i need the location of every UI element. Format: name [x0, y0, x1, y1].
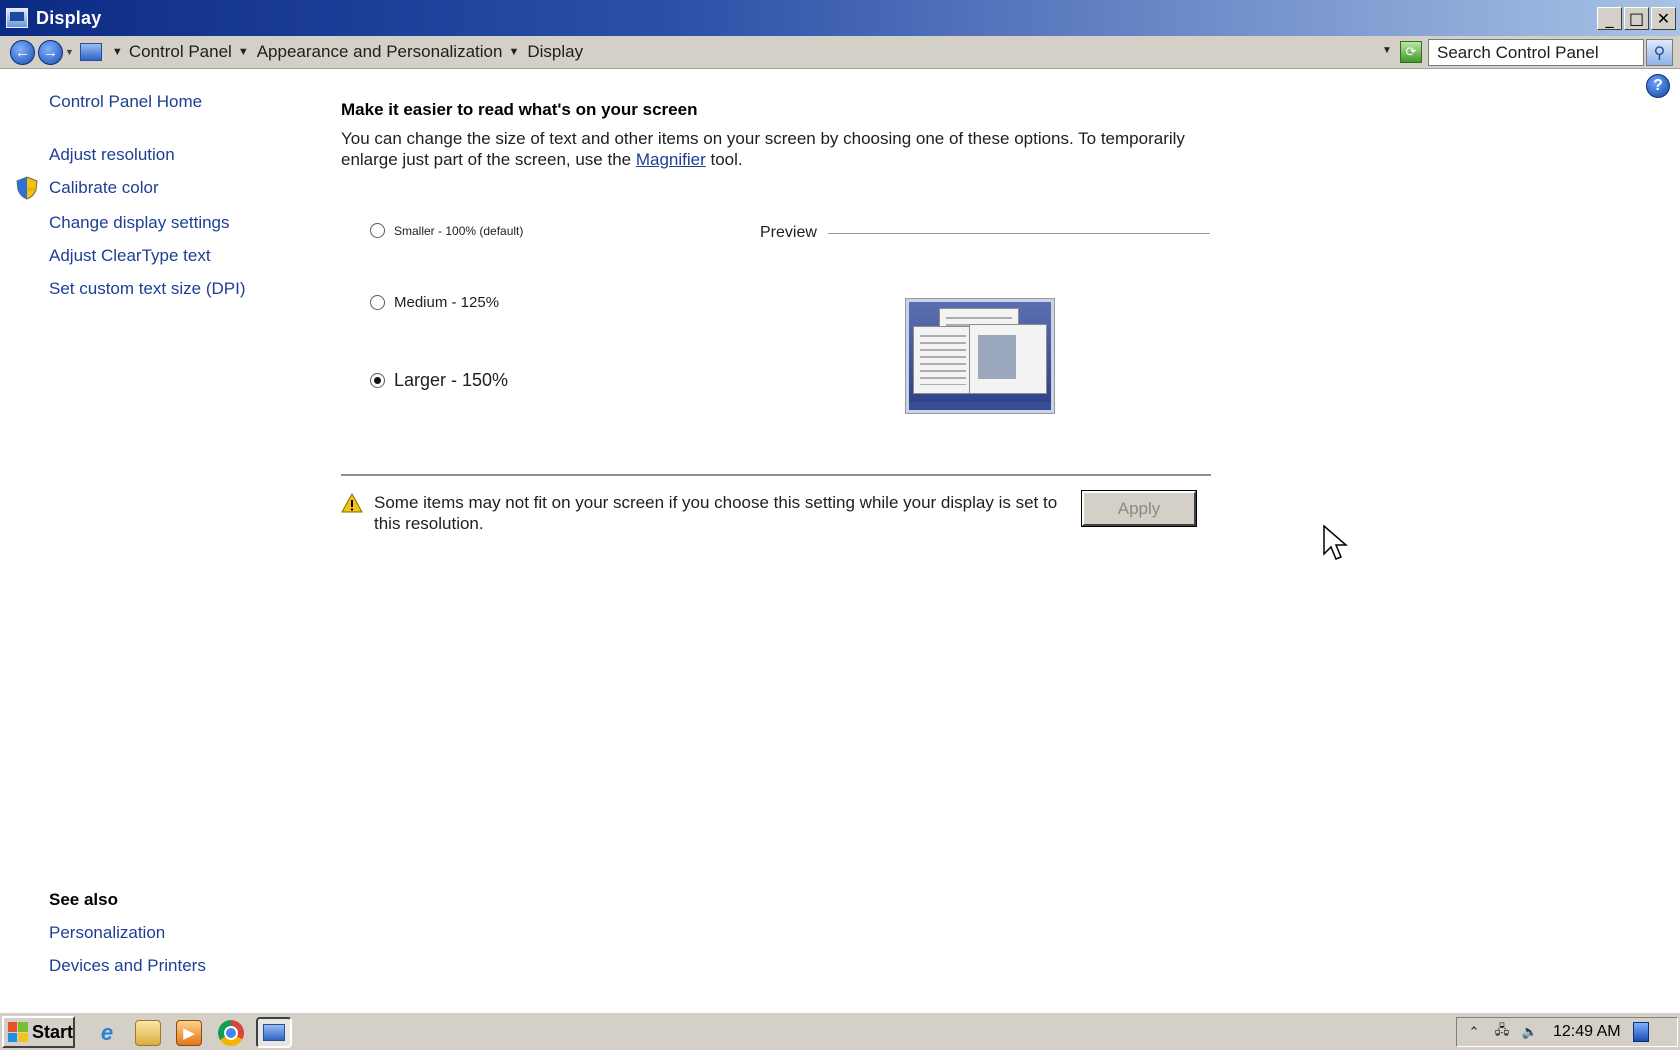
section-divider: [341, 474, 1211, 476]
breadcrumb-display[interactable]: Display: [527, 42, 583, 62]
radio-larger[interactable]: [370, 373, 385, 388]
help-button[interactable]: ?: [1646, 74, 1670, 98]
control-panel-icon: [263, 1024, 285, 1041]
address-bar: ← → ▼ ▼ Control Panel ▼ Appearance and P…: [0, 36, 1680, 69]
address-history-dropdown[interactable]: ▼: [1382, 45, 1392, 56]
taskbar: Start e ▶ ⌃ 🖧 🔈 12:49 AM: [0, 1012, 1680, 1050]
magnifier-link[interactable]: Magnifier: [636, 150, 706, 169]
option-larger-label: Larger - 150%: [394, 370, 509, 390]
control-panel-taskbar-button[interactable]: [256, 1017, 292, 1048]
option-larger[interactable]: Larger - 150%: [370, 370, 508, 391]
clock[interactable]: 12:49 AM: [1553, 1023, 1621, 1041]
preview-divider: [828, 233, 1210, 234]
title-bar: Display _ □ ✕: [0, 0, 1680, 36]
option-smaller[interactable]: Smaller - 100% (default): [370, 223, 523, 238]
option-smaller-label: Smaller - 100% (default): [394, 223, 524, 238]
mouse-cursor-icon: [1323, 524, 1348, 560]
start-button[interactable]: Start: [2, 1016, 75, 1048]
chevron-down-icon[interactable]: ▼: [112, 46, 123, 58]
description: You can change the size of text and othe…: [341, 128, 1201, 170]
option-medium-label: Medium - 125%: [394, 294, 500, 311]
internet-explorer-icon[interactable]: e: [94, 1020, 120, 1046]
apply-button[interactable]: Apply: [1081, 490, 1197, 527]
show-hidden-icons-icon[interactable]: ⌃: [1463, 1022, 1485, 1042]
adjust-resolution-link[interactable]: Adjust resolution: [49, 145, 175, 165]
breadcrumb-control-panel[interactable]: Control Panel: [129, 42, 232, 62]
left-pane: Control Panel Home Adjust resolution Cal…: [0, 70, 320, 1005]
search-input[interactable]: [1429, 40, 1643, 65]
minimize-button[interactable]: _: [1597, 7, 1622, 30]
chevron-down-icon[interactable]: ▼: [238, 46, 249, 58]
chrome-icon[interactable]: [218, 1020, 244, 1046]
close-button[interactable]: ✕: [1651, 7, 1676, 30]
search-icon: ⚲: [1653, 44, 1666, 62]
personalization-link[interactable]: Personalization: [49, 923, 165, 943]
calibrate-color-link[interactable]: Calibrate color: [49, 178, 159, 198]
preview-label: Preview: [760, 224, 817, 241]
preview-image: [905, 298, 1055, 414]
refresh-icon: ⟳: [1405, 44, 1417, 59]
page-title: Make it easier to read what's on your sc…: [341, 100, 698, 119]
description-text: You can change the size of text and othe…: [341, 129, 1185, 169]
option-medium[interactable]: Medium - 125%: [370, 294, 499, 311]
warning-icon: [341, 493, 363, 513]
windows-logo-icon: [8, 1022, 28, 1042]
window-title: Display: [36, 7, 102, 28]
start-label: Start: [31, 1021, 73, 1042]
back-button[interactable]: ←: [10, 39, 35, 65]
devices-and-printers-link[interactable]: Devices and Printers: [49, 956, 206, 976]
system-tray: ⌃ 🖧 🔈 12:49 AM: [1456, 1017, 1678, 1047]
arrow-right-icon: →: [43, 43, 58, 61]
refresh-button[interactable]: ⟳: [1400, 41, 1422, 63]
media-player-icon[interactable]: ▶: [176, 1020, 202, 1046]
shield-icon: [16, 176, 38, 200]
arrow-left-icon: ←: [15, 43, 30, 61]
adjust-cleartype-link[interactable]: Adjust ClearType text: [49, 246, 211, 266]
see-also-heading: See also: [49, 890, 118, 909]
search-button[interactable]: ⚲: [1646, 39, 1673, 66]
search-box[interactable]: [1428, 39, 1644, 66]
forward-button[interactable]: →: [38, 39, 63, 65]
control-panel-home-link[interactable]: Control Panel Home: [49, 92, 202, 112]
change-display-settings-link[interactable]: Change display settings: [49, 213, 230, 233]
control-panel-icon: [6, 8, 28, 28]
radio-smaller[interactable]: [370, 223, 385, 238]
breadcrumb-appearance[interactable]: Appearance and Personalization: [257, 42, 503, 62]
description-text-end: tool.: [705, 150, 743, 169]
custom-text-size-link[interactable]: Set custom text size (DPI): [49, 279, 246, 299]
window-controls: _ □ ✕: [1597, 7, 1676, 30]
chevron-down-icon[interactable]: ▼: [508, 46, 519, 58]
windows-explorer-icon[interactable]: [135, 1020, 161, 1046]
help-icon: ?: [1653, 77, 1663, 94]
recent-pages-dropdown[interactable]: ▼: [65, 47, 74, 57]
warning-text: Some items may not fit on your screen if…: [374, 493, 1058, 533]
maximize-button[interactable]: □: [1624, 7, 1649, 30]
control-panel-icon: [79, 43, 102, 61]
show-desktop-button[interactable]: [1632, 1022, 1649, 1042]
radio-medium[interactable]: [370, 295, 385, 310]
network-icon[interactable]: 🖧: [1491, 1022, 1513, 1042]
volume-muted-icon[interactable]: 🔈: [1519, 1022, 1541, 1042]
